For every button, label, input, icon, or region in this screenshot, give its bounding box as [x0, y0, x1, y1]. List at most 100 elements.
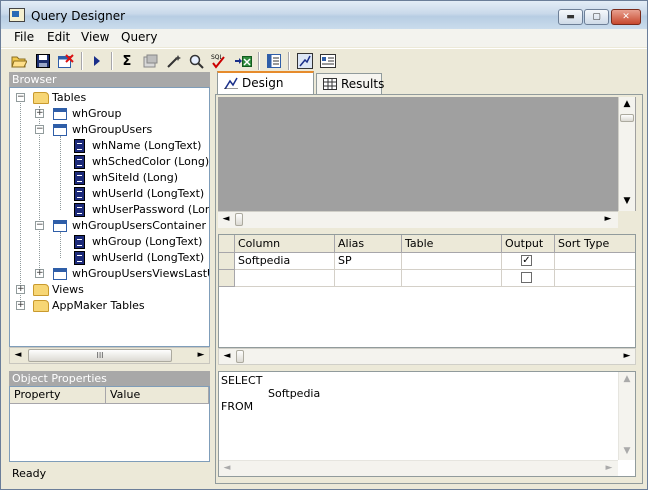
- diagram-hscrollbar[interactable]: ◄ ►: [218, 211, 618, 228]
- sql-view-button[interactable]: [319, 52, 337, 70]
- scroll-left-icon[interactable]: ◄: [219, 461, 235, 476]
- run-button[interactable]: [88, 52, 106, 70]
- browser-header: Browser: [9, 72, 210, 87]
- tree-connector: [20, 98, 21, 306]
- tree-connector: [60, 136, 61, 210]
- row-selector[interactable]: [219, 253, 235, 270]
- browser-hscrollbar[interactable]: ◄ III ►: [9, 347, 210, 364]
- collapse-icon[interactable]: −: [16, 93, 25, 102]
- object-properties-grid[interactable]: Property Value: [9, 386, 210, 462]
- tab-results[interactable]: Results: [316, 73, 384, 94]
- tree-label: whGroupUsersViewsLastUse: [72, 267, 209, 280]
- collapse-icon[interactable]: −: [35, 221, 44, 230]
- scroll-right-icon[interactable]: ►: [601, 461, 617, 476]
- scroll-left-icon[interactable]: ◄: [218, 212, 234, 227]
- output-checkbox[interactable]: ✓: [521, 255, 532, 266]
- cell-sort-type[interactable]: [555, 270, 635, 287]
- tree-label: AppMaker Tables: [52, 299, 145, 312]
- tree-label: whUserPassword (LongT: [92, 203, 209, 216]
- tree-connector: [60, 232, 61, 258]
- close-button[interactable]: ✕: [611, 9, 641, 25]
- scroll-right-icon[interactable]: ►: [619, 349, 635, 364]
- field-icon: [74, 251, 85, 265]
- column-header-table[interactable]: Table: [402, 235, 502, 253]
- field-icon: [74, 171, 85, 185]
- toolbar: Σ SQL: [1, 48, 647, 72]
- column-header-property[interactable]: Property: [10, 387, 106, 404]
- title-bar[interactable]: Query Designer ▬ ▢ ✕: [1, 1, 647, 29]
- expand-icon[interactable]: +: [16, 285, 25, 294]
- expand-icon[interactable]: +: [35, 109, 44, 118]
- scroll-right-icon[interactable]: ►: [600, 212, 616, 227]
- tab-design-query[interactable]: Design Query: [217, 71, 314, 110]
- expand-icon[interactable]: +: [35, 269, 44, 278]
- scroll-down-icon[interactable]: ▼: [619, 194, 635, 209]
- design-query-icon: [224, 77, 238, 89]
- scroll-thumb[interactable]: [236, 350, 244, 363]
- scroll-left-icon[interactable]: ◄: [219, 349, 235, 364]
- scroll-up-icon[interactable]: ▲: [619, 97, 635, 112]
- expand-icon[interactable]: +: [16, 301, 25, 310]
- menu-file[interactable]: File: [14, 30, 34, 44]
- browser-tree[interactable]: − Tables + whGroup − whGroupUsers whName…: [9, 87, 210, 347]
- wand-button[interactable]: [164, 52, 182, 70]
- sum-button[interactable]: Σ: [118, 52, 136, 70]
- sql-check-button[interactable]: SQL: [210, 52, 228, 70]
- minimize-icon: ▬: [566, 12, 575, 22]
- cell-sort-type[interactable]: [555, 253, 635, 270]
- menu-edit[interactable]: Edit: [47, 30, 70, 44]
- scroll-thumb[interactable]: [620, 114, 634, 122]
- maximize-button[interactable]: ▢: [584, 9, 609, 25]
- tree-label: Views: [52, 283, 84, 296]
- column-header-alias[interactable]: Alias: [335, 235, 402, 253]
- toolbar-separator: [258, 52, 260, 70]
- properties-icon: [143, 54, 157, 68]
- scroll-left-icon[interactable]: ◄: [10, 348, 26, 363]
- scroll-thumb[interactable]: III: [28, 349, 172, 362]
- cell-table[interactable]: [402, 270, 502, 287]
- maximize-icon: ▢: [592, 12, 601, 22]
- delete-table-button[interactable]: [57, 52, 75, 70]
- collapse-icon[interactable]: −: [35, 125, 44, 134]
- folder-icon: [33, 284, 49, 296]
- find-button[interactable]: [187, 52, 205, 70]
- delete-table-icon: [58, 53, 74, 68]
- scroll-thumb[interactable]: [235, 213, 243, 226]
- query-columns-grid[interactable]: Column Alias Table Output Sort Type Soft…: [218, 234, 636, 348]
- tree-label: Tables: [52, 91, 87, 104]
- tree-label: whGroup (LongText): [92, 235, 203, 248]
- column-header-column[interactable]: Column: [235, 235, 335, 253]
- menu-view[interactable]: View: [81, 30, 109, 44]
- export-excel-button[interactable]: [234, 52, 252, 70]
- sql-hscrollbar[interactable]: ◄ ►: [219, 460, 618, 476]
- sql-line: FROM: [221, 400, 254, 413]
- sql-line: Softpedia: [268, 387, 321, 400]
- diagram-view-icon: [297, 53, 313, 69]
- cell-column[interactable]: [235, 270, 335, 287]
- cell-alias[interactable]: SP: [335, 253, 402, 270]
- open-button[interactable]: [10, 52, 28, 70]
- scroll-up-icon[interactable]: ▲: [619, 372, 635, 387]
- properties-button[interactable]: [141, 52, 159, 70]
- diagram-view-button[interactable]: [296, 52, 314, 70]
- open-icon: [11, 56, 27, 68]
- grid-hscrollbar[interactable]: ◄ ►: [218, 348, 636, 365]
- cell-alias[interactable]: [335, 270, 402, 287]
- column-header-value[interactable]: Value: [106, 387, 209, 404]
- save-button[interactable]: [34, 52, 52, 70]
- sql-vscrollbar[interactable]: ▲ ▼: [618, 372, 635, 460]
- grid-view-button[interactable]: [265, 52, 283, 70]
- minimize-button[interactable]: ▬: [558, 9, 583, 25]
- column-header-output[interactable]: Output: [502, 235, 555, 253]
- column-header-sort-type[interactable]: Sort Type: [555, 235, 635, 253]
- diagram-pane[interactable]: [218, 97, 636, 211]
- output-checkbox[interactable]: [521, 272, 532, 283]
- window-title: Query Designer: [31, 9, 126, 23]
- scroll-down-icon[interactable]: ▼: [619, 444, 635, 459]
- cell-column[interactable]: Softpedia: [235, 253, 335, 270]
- menu-query[interactable]: Query: [121, 30, 157, 44]
- diagram-vscrollbar[interactable]: ▲ ▼: [618, 97, 635, 211]
- row-selector[interactable]: [219, 270, 235, 287]
- scroll-right-icon[interactable]: ►: [193, 348, 209, 363]
- cell-table[interactable]: [402, 253, 502, 270]
